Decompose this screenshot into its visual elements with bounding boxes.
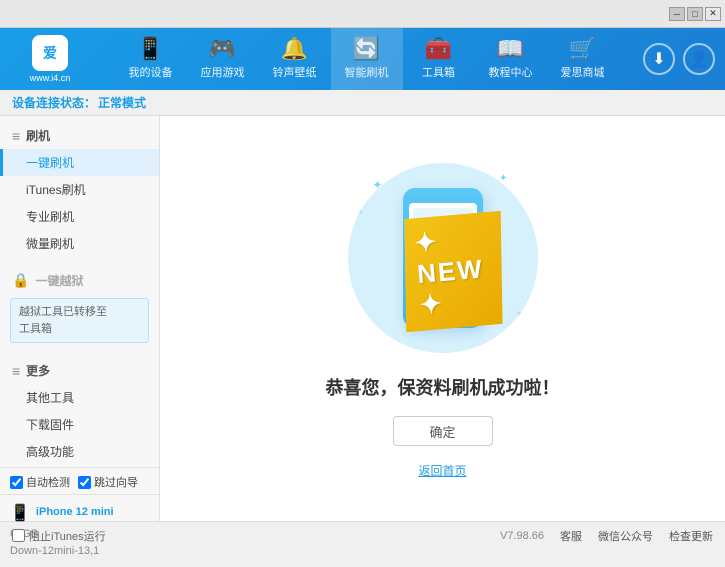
auto-connect-label: 自动检测 [26,474,70,490]
sidebar-item-advanced[interactable]: 高级功能 [0,438,159,465]
sidebar-section-flash-header: ≡ 刷机 [0,122,159,149]
account-button[interactable]: 👤 [683,43,715,75]
title-bar: ─ □ ✕ [0,0,725,28]
sidebar-section-jailbreak: 🔒 一键越狱 越狱工具已转移至工具箱 [0,267,159,347]
brand-mall-icon: 🛒 [569,38,596,60]
ringtones-icon: 🔔 [281,38,308,60]
jailbreak-info-text: 越狱工具已转移至工具箱 [19,306,107,335]
nav-right: ⬇ 👤 [643,43,715,75]
content-area: ✦ ✦ ✦ ✦ ✦ NEW ✦ 恭喜您，保资料刷机成功啦！ 确定 返 [160,116,725,521]
device-name: iPhone 12 mini [36,506,114,518]
sidebar-item-other-tools[interactable]: 其他工具 [0,384,159,411]
window-controls: ─ □ ✕ [669,7,721,21]
nav-item-ringtones-label: 铃声壁纸 [273,64,317,80]
close-button[interactable]: ✕ [705,7,721,21]
sidebar-section-more: ≡ 更多 其他工具 下载固件 高级功能 [0,357,159,465]
check-update-link[interactable]: 检查更新 [669,528,713,544]
status-value: 正常模式 [98,94,146,111]
sidebar-item-pro-flash[interactable]: 专业刷机 [0,203,159,230]
logo-icon: 爱 [32,35,68,71]
itunes-checkbox[interactable] [12,529,25,542]
nav-item-apps-games-label: 应用游戏 [201,64,245,80]
nav-item-apps-games[interactable]: 🎮 应用游戏 [187,28,259,90]
maximize-button[interactable]: □ [687,7,703,21]
auto-connect-checkbox[interactable]: 自动检测 [10,474,70,490]
minimize-button[interactable]: ─ [669,7,685,21]
nav-bar: 爱 www.i4.cn 📱 我的设备 🎮 应用游戏 🔔 铃声壁纸 🔄 智能刷机 … [0,28,725,90]
sidebar-item-download-firmware[interactable]: 下载固件 [0,411,159,438]
device-system: Down-12mini-13,1 [10,543,149,560]
sidebar-section-more-header: ≡ 更多 [0,357,159,384]
sidebar-section-jailbreak-header: 🔒 一键越狱 [0,267,159,294]
download-button[interactable]: ⬇ [643,43,675,75]
customer-service-link[interactable]: 客服 [560,528,582,544]
jailbreak-section-icon: 🔒 [12,272,29,289]
skip-wizard-label: 跳过向导 [94,474,138,490]
more-section-icon: ≡ [12,363,20,379]
success-panel: ✦ ✦ ✦ ✦ ✦ NEW ✦ 恭喜您，保资料刷机成功啦！ 确定 返 [326,158,560,479]
nav-item-toolbox[interactable]: 🧰 工具箱 [403,28,475,90]
flash-section-icon: ≡ [12,128,20,144]
my-device-icon: 📱 [137,38,164,60]
nav-item-tutorials[interactable]: 📖 教程中心 [475,28,547,90]
nav-items: 📱 我的设备 🎮 应用游戏 🔔 铃声壁纸 🔄 智能刷机 🧰 工具箱 📖 教程中心… [90,28,643,90]
status-bar: 设备连接状态： 正常模式 [0,90,725,116]
skip-wizard-input[interactable] [78,476,91,489]
sparkle-3: ✦ [358,208,365,217]
device-phone-icon: 📱 [10,503,30,523]
sidebar-section-flash: ≡ 刷机 一键刷机 iTunes刷机 专业刷机 微量刷机 [0,122,159,257]
nav-item-brand-mall[interactable]: 🛒 爱思商城 [547,28,619,90]
device-icon-row: 📱 iPhone 12 mini [10,503,149,523]
main-area: ≡ 刷机 一键刷机 iTunes刷机 专业刷机 微量刷机 🔒 一键越狱 [0,116,725,521]
skip-wizard-checkbox[interactable]: 跳过向导 [78,474,138,490]
smart-flash-icon: 🔄 [353,38,380,60]
sparkle-4: ✦ [516,309,523,318]
checkboxes-row: 自动检测 跳过向导 [0,467,159,494]
nav-item-my-device-label: 我的设备 [129,64,173,80]
nav-item-ringtones[interactable]: 🔔 铃声壁纸 [259,28,331,90]
new-text: ✦ NEW ✦ [413,226,485,320]
bottom-right: V7.98.66 客服 微信公众号 检查更新 [500,528,713,544]
nav-item-smart-flash[interactable]: 🔄 智能刷机 [331,28,403,90]
nav-item-my-device[interactable]: 📱 我的设备 [115,28,187,90]
sidebar-item-data-flash[interactable]: 微量刷机 [0,230,159,257]
tutorials-icon: 📖 [497,38,524,60]
sidebar-section-jailbreak-title: 一键越狱 [35,272,83,289]
again-link[interactable]: 返回首页 [418,462,466,479]
jailbreak-info-box: 越狱工具已转移至工具箱 [10,298,149,343]
sparkle-2: ✦ [499,173,507,184]
nav-item-brand-mall-label: 爱思商城 [561,64,605,80]
auto-connect-input[interactable] [10,476,23,489]
nav-item-smart-flash-label: 智能刷机 [345,64,389,80]
logo-text: www.i4.cn [30,73,71,83]
itunes-label: 阻止iTunes运行 [29,528,106,544]
logo[interactable]: 爱 www.i4.cn [10,34,90,84]
new-banner-shape: ✦ NEW ✦ [396,211,510,333]
apps-games-icon: 🎮 [209,38,236,60]
wechat-link[interactable]: 微信公众号 [598,528,653,544]
nav-item-toolbox-label: 工具箱 [422,64,455,80]
nav-item-tutorials-label: 教程中心 [489,64,533,80]
toolbox-icon: 🧰 [425,38,452,60]
sidebar-item-itunes-flash[interactable]: iTunes刷机 [0,176,159,203]
status-label: 设备连接状态： [12,94,96,111]
new-banner: ✦ NEW ✦ [396,211,510,333]
success-title: 恭喜您，保资料刷机成功啦！ [326,374,560,400]
sidebar-section-more-title: 更多 [26,362,50,379]
phone-illustration: ✦ ✦ ✦ ✦ ✦ NEW ✦ [343,158,543,358]
version-text: V7.98.66 [500,530,544,542]
sparkle-1: ✦ [373,178,383,192]
sidebar-item-one-click[interactable]: 一键刷机 [0,149,159,176]
bottom-left: 阻止iTunes运行 [12,528,106,544]
confirm-button[interactable]: 确定 [393,416,493,446]
sidebar: ≡ 刷机 一键刷机 iTunes刷机 专业刷机 微量刷机 🔒 一键越狱 [0,116,160,521]
sidebar-section-flash-title: 刷机 [26,127,50,144]
